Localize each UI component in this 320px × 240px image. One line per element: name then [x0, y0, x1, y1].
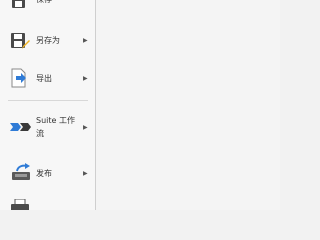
menu-divider — [8, 100, 88, 101]
menu-item-label: 另存为 — [36, 36, 60, 45]
menu-item-label: 发布 — [36, 169, 52, 178]
menu-item-label: 保存 — [36, 0, 52, 5]
backstage-content-area — [96, 0, 280, 210]
export-arrow-icon — [10, 68, 30, 88]
printer-icon — [10, 198, 30, 210]
floppy-disk-pencil-icon — [10, 31, 30, 51]
menu-item-publish[interactable]: 发布 ▶ — [0, 160, 95, 186]
file-menu-sidebar: 保存 另存为 ▶ 导出 ▶ — [0, 0, 96, 210]
menu-item-print[interactable] — [0, 198, 95, 210]
chevron-right-icon: ▶ — [83, 124, 88, 131]
menu-item-export[interactable]: 导出 ▶ — [0, 66, 95, 92]
menu-item-suite-workflow[interactable]: Suite 工作 流 ▶ — [0, 114, 95, 144]
chevron-right-icon: ▶ — [83, 170, 88, 177]
menu-item-save-as[interactable]: 另存为 ▶ — [0, 28, 95, 54]
chevron-right-icon: ▶ — [83, 37, 88, 44]
menu-item-label: Suite 工作 — [36, 116, 75, 125]
suite-workflow-icon — [10, 120, 31, 140]
menu-item-save[interactable]: 保存 — [0, 0, 95, 12]
publish-tray-icon — [10, 163, 30, 183]
menu-item-label-line2: 流 — [36, 129, 44, 138]
floppy-disk-icon — [10, 0, 30, 14]
menu-item-label: 导出 — [36, 74, 52, 83]
chevron-right-icon: ▶ — [83, 75, 88, 82]
